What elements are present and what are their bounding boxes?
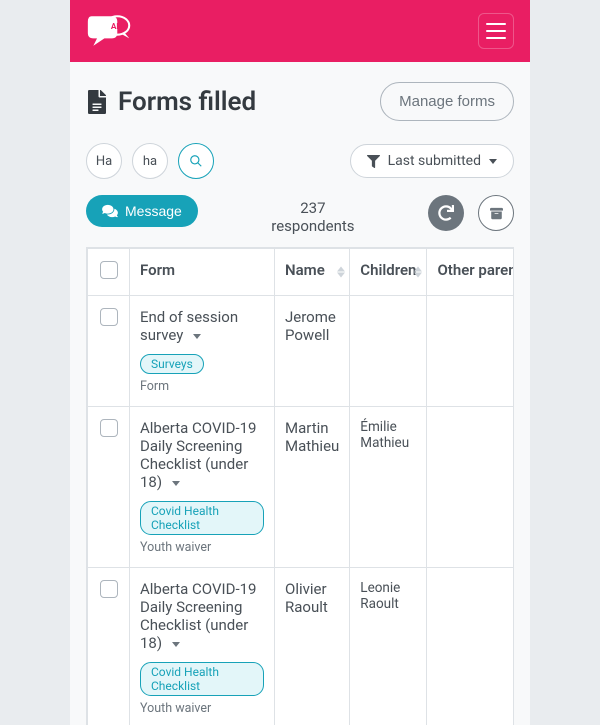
- cell-name: Martin Mathieu: [275, 407, 350, 568]
- sort-dropdown[interactable]: Last submitted: [350, 144, 514, 178]
- cell-form: End of session survey Surveys Form: [130, 296, 275, 407]
- page-title: Forms filled: [86, 87, 256, 117]
- table-row: Alberta COVID-19 Daily Screening Checkli…: [88, 568, 515, 725]
- page-title-text: Forms filled: [118, 87, 256, 117]
- col-children[interactable]: Children: [350, 249, 427, 296]
- sort-label: Last submitted: [388, 153, 481, 169]
- sort-icon: [414, 267, 422, 278]
- funnel-icon: [367, 155, 380, 168]
- cell-other: [427, 407, 514, 568]
- col-other[interactable]: Other parent: [427, 249, 514, 296]
- message-label: Message: [125, 203, 182, 219]
- search-icon: [189, 154, 203, 168]
- cell-children: Leonie Raoult: [350, 568, 427, 725]
- col-form[interactable]: Form: [130, 249, 275, 296]
- cell-form: Alberta COVID-19 Daily Screening Checkli…: [130, 407, 275, 568]
- row-checkbox[interactable]: [100, 580, 118, 598]
- row-menu-toggle[interactable]: [172, 642, 180, 647]
- select-all-checkbox[interactable]: [100, 261, 118, 279]
- svg-text:AM: AM: [111, 22, 124, 32]
- row-menu-toggle[interactable]: [172, 481, 180, 486]
- cell-name: Jerome Powell: [275, 296, 350, 407]
- menu-toggle[interactable]: [478, 13, 514, 49]
- cell-children: [350, 296, 427, 407]
- form-name: End of session survey: [140, 308, 238, 344]
- form-name: Alberta COVID-19 Daily Screening Checkli…: [140, 580, 256, 652]
- row-checkbox[interactable]: [100, 308, 118, 326]
- cell-form: Alberta COVID-19 Daily Screening Checkli…: [130, 568, 275, 725]
- navbar: AM: [70, 0, 530, 62]
- comments-icon: [102, 204, 118, 218]
- cell-children: Émilie Mathieu: [350, 407, 427, 568]
- file-icon: [86, 90, 108, 114]
- row-checkbox[interactable]: [100, 419, 118, 437]
- archive-button[interactable]: [478, 195, 514, 231]
- refresh-icon: [438, 205, 454, 221]
- form-tag[interactable]: Surveys: [140, 354, 204, 374]
- respondents-count: 237 respondents: [212, 195, 414, 235]
- search-button[interactable]: [178, 143, 214, 179]
- manage-forms-button[interactable]: Manage forms: [380, 82, 514, 121]
- message-button[interactable]: Message: [86, 195, 198, 227]
- archive-icon: [489, 207, 504, 220]
- cell-other: [427, 296, 514, 407]
- form-tag[interactable]: Covid Health Checklist: [140, 501, 264, 535]
- brand-logo[interactable]: AM: [86, 12, 132, 50]
- table-row: End of session survey Surveys Form Jerome P…: [88, 296, 515, 407]
- forms-table: Form Name Children Other parent End of s…: [86, 247, 514, 725]
- form-subtype: Form: [140, 379, 264, 394]
- cell-other: [427, 568, 514, 725]
- chevron-down-icon: [489, 159, 497, 164]
- filter-pill-1[interactable]: Ha: [86, 143, 122, 179]
- row-menu-toggle[interactable]: [193, 334, 201, 339]
- form-subtype: Youth waiver: [140, 540, 264, 555]
- table-row: Alberta COVID-19 Daily Screening Checkli…: [88, 407, 515, 568]
- form-tag[interactable]: Covid Health Checklist: [140, 662, 264, 696]
- sort-icon: [337, 267, 345, 278]
- cell-name: Olivier Raoult: [275, 568, 350, 725]
- form-subtype: Youth waiver: [140, 701, 264, 716]
- refresh-button[interactable]: [428, 195, 464, 231]
- col-name[interactable]: Name: [275, 249, 350, 296]
- filter-pill-2[interactable]: ha: [132, 143, 168, 179]
- form-name: Alberta COVID-19 Daily Screening Checkli…: [140, 419, 256, 491]
